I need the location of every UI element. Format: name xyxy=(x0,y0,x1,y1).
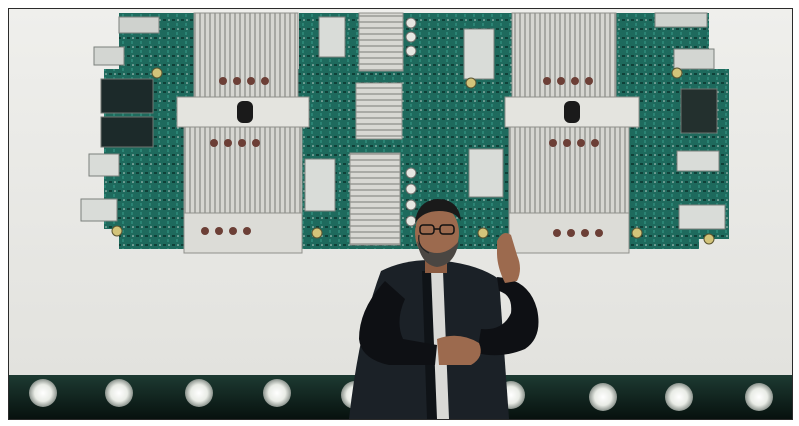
stage-photo xyxy=(9,9,792,419)
circuit-board xyxy=(80,12,729,254)
photo-frame xyxy=(8,8,793,420)
